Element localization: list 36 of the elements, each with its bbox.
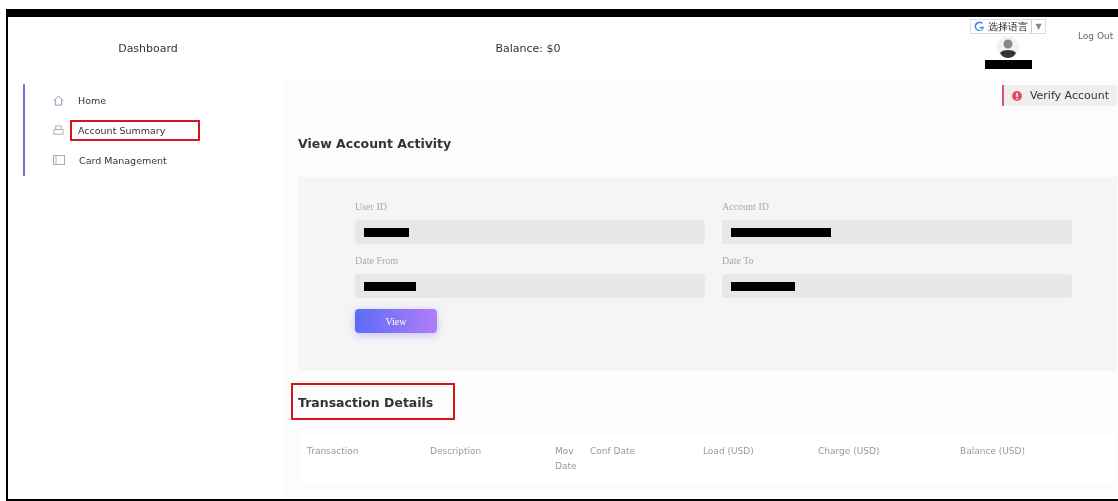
field-label: Date To	[722, 255, 755, 266]
input-field[interactable]	[355, 274, 705, 298]
input-field[interactable]	[722, 220, 1072, 244]
field-label: Date From	[355, 255, 400, 266]
redaction-bar	[364, 227, 409, 237]
column-header: Transaction	[307, 445, 360, 458]
home-icon	[53, 94, 64, 106]
redaction-bar	[364, 281, 416, 291]
sidebar-item[interactable]: Card Management	[71, 149, 175, 171]
input-field[interactable]	[722, 274, 1072, 298]
google-icon	[974, 21, 986, 32]
alert-icon	[1011, 90, 1022, 101]
printer-icon	[53, 124, 64, 136]
section-title: Transaction Details	[298, 395, 434, 410]
section-title: View Account Activity	[298, 136, 452, 151]
field-label: Account ID	[722, 201, 770, 212]
column-header: Balance (USD)	[960, 445, 1026, 458]
field-label: User ID	[355, 201, 388, 212]
redaction-bar	[984, 60, 1032, 69]
column-header: Conf Date	[590, 445, 637, 458]
view-button[interactable]: View	[355, 309, 437, 333]
dashboard-title: Dashboard	[117, 42, 179, 55]
card-icon	[53, 155, 65, 165]
column-header: Charge (USD)	[818, 445, 881, 458]
logout-link[interactable]: Log Out	[1078, 31, 1114, 41]
column-header: Description	[430, 445, 483, 458]
column-header: Load (USD)	[703, 445, 755, 458]
input-field[interactable]	[355, 220, 705, 244]
redaction-bar	[731, 281, 795, 291]
sidebar-item[interactable]: Account Summary	[70, 119, 200, 141]
verify-account-button[interactable]: Verify Account	[1001, 85, 1117, 106]
column-header: Mov Date	[555, 445, 578, 473]
language-selector[interactable]: 选择语言 ▼	[970, 19, 1046, 34]
sidebar-item[interactable]: Home	[70, 89, 115, 111]
balance-text: Balance: $0	[494, 42, 562, 55]
avatar-icon	[997, 36, 1019, 58]
